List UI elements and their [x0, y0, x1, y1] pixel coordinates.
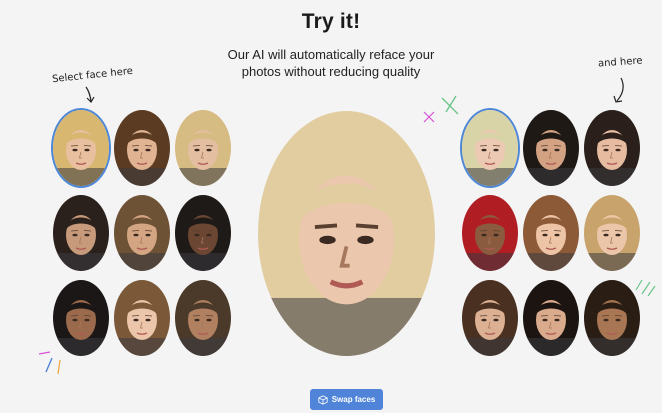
sparkle-decoration-bottom-left: [38, 351, 61, 375]
page-subtitle: Our AI will automatically reface your ph…: [227, 47, 435, 79]
source-face-6[interactable]: [175, 195, 231, 271]
swap-faces-button[interactable]: Swap faces: [310, 389, 383, 410]
target-face-2[interactable]: [523, 110, 579, 186]
source-face-4[interactable]: [53, 195, 109, 271]
arrow-down-right-icon: [613, 77, 624, 103]
source-face-2[interactable]: [114, 110, 170, 186]
source-face-5[interactable]: [114, 195, 170, 271]
target-face-9[interactable]: [584, 280, 640, 356]
target-face-7[interactable]: [462, 280, 518, 356]
target-face-8[interactable]: [523, 280, 579, 356]
hint-select-source: Select face here: [51, 65, 134, 86]
sparkle-decoration-right: [635, 279, 656, 297]
result-face: [258, 111, 435, 356]
source-face-8[interactable]: [114, 280, 170, 356]
target-face-1[interactable]: [462, 110, 518, 186]
source-face-7[interactable]: [53, 280, 109, 356]
swap-faces-label: Swap faces: [331, 395, 376, 404]
source-face-1[interactable]: [53, 110, 109, 186]
arrow-down-left-icon: [85, 86, 95, 103]
target-face-3[interactable]: [584, 110, 640, 186]
source-face-9[interactable]: [175, 280, 231, 356]
hint-select-target: and here: [597, 55, 643, 70]
target-face-5[interactable]: [523, 195, 579, 271]
cube-icon: [318, 394, 328, 405]
target-face-4[interactable]: [462, 195, 518, 271]
source-face-3[interactable]: [175, 110, 231, 186]
target-face-6[interactable]: [584, 195, 640, 271]
sparkle-decoration-top: [423, 95, 459, 123]
page-title: Try it!: [301, 10, 361, 33]
